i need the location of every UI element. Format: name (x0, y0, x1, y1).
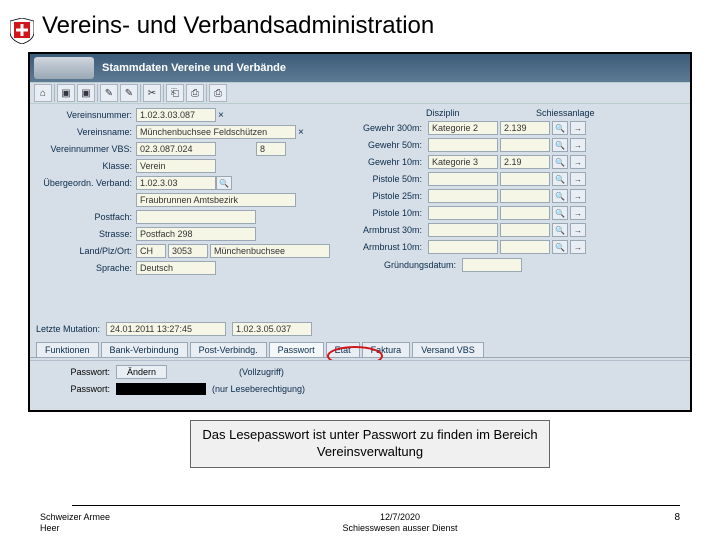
right-column: Disziplin Schiessanlage Gewehr 300m:Kate… (356, 108, 684, 278)
plz-field[interactable]: 3053 (168, 244, 208, 258)
lookup-icon[interactable]: 🔍 (216, 176, 232, 190)
footer-center: 12/7/2020 Schiesswesen ausser Dienst (342, 512, 457, 534)
search-icon[interactable]: 🔍 (552, 240, 568, 254)
toolbar-btn-3[interactable]: ✎ (100, 84, 118, 102)
toolbar-btn-2[interactable]: ▣ (77, 84, 95, 102)
land-field[interactable]: CH (136, 244, 166, 258)
vbs-extra-field[interactable]: 8 (256, 142, 286, 156)
tab-funktionen[interactable]: Funktionen (36, 342, 99, 357)
arrow-right-icon[interactable]: → (570, 240, 586, 254)
toolbar-btn-1[interactable]: ▣ (57, 84, 75, 102)
sprache-field[interactable]: Deutsch (136, 261, 216, 275)
postfach-field[interactable] (136, 210, 256, 224)
window-titlebar: Stammdaten Vereine und Verbände (30, 54, 690, 82)
footer-org: Schweizer Armee Heer (40, 512, 160, 534)
tab-bar: Funktionen Bank-Verbindung Post-Verbindg… (30, 342, 690, 358)
schiessanlage-header: Schiessanlage (536, 108, 595, 118)
arrow-right-icon[interactable]: → (570, 121, 586, 135)
search-icon[interactable]: 🔍 (552, 189, 568, 203)
toolbar-btn-7[interactable]: ⎙ (186, 84, 204, 102)
search-icon[interactable]: 🔍 (552, 155, 568, 169)
toolbar-btn-5[interactable]: ✂ (143, 84, 161, 102)
uebergeordn-field[interactable]: 1.02.3.03 (136, 176, 216, 190)
arrow-right-icon[interactable]: → (570, 189, 586, 203)
page-title: Vereins- und Verbandsadministration (42, 12, 434, 40)
passwort-label-2: Passwort: (36, 384, 110, 394)
search-icon[interactable]: 🔍 (552, 172, 568, 186)
mutation-num-field: 1.02.3.05.037 (232, 322, 312, 336)
ort-field[interactable]: Münchenbuchsee (210, 244, 330, 258)
gruendungsdatum-field[interactable] (462, 258, 522, 272)
tab-bank[interactable]: Bank-Verbindung (101, 342, 188, 357)
search-icon[interactable]: 🔍 (552, 223, 568, 237)
vereinnummer-vbs-field[interactable]: 02.3.087.024 (136, 142, 216, 156)
arrow-right-icon[interactable]: → (570, 138, 586, 152)
swiss-shield-logo (10, 18, 34, 44)
callout-box: Das Lesepasswort ist unter Passwort zu f… (190, 420, 550, 468)
aendern-button[interactable]: Ändern (116, 365, 167, 379)
tab-passwort[interactable]: Passwort (269, 342, 324, 357)
tab-versand[interactable]: Versand VBS (412, 342, 484, 357)
vereinnummer-vbs-label: Vereinnummer VBS: (36, 144, 136, 154)
search-icon[interactable]: 🔍 (552, 138, 568, 152)
tab-post[interactable]: Post-Verbindg. (190, 342, 267, 357)
home-icon[interactable]: ⌂ (34, 84, 52, 102)
land-plz-ort-label: Land/Plz/Ort: (36, 246, 136, 256)
leseberechtigung-label: (nur Leseberechtigung) (212, 384, 305, 394)
letzte-mutation: Letzte Mutation: 24.01.2011 13:27:45 1.0… (36, 322, 312, 336)
postfach-label: Postfach: (36, 212, 136, 222)
vereinsnummer-field[interactable]: 1.02.3.03.087 (136, 108, 216, 122)
page-number: 8 (640, 512, 680, 534)
toolbar-btn-8[interactable]: ⎙ (209, 84, 227, 102)
vollzugriff-label: (Vollzugriff) (239, 367, 284, 377)
vereinsnummer-label: Vereinsnummer: (36, 110, 136, 120)
uebergeordn-label: Übergeordn. Verband: (36, 178, 136, 188)
disziplin-header: Disziplin (426, 108, 516, 118)
gruendungsdatum-label: Gründungsdatum: (356, 260, 460, 270)
passwort-field-hidden[interactable] (116, 383, 206, 395)
vereinsname-field[interactable]: Münchenbuchsee Feldschützen (136, 125, 296, 139)
strasse-field[interactable]: Postfach 298 (136, 227, 256, 241)
strasse-label: Strasse: (36, 229, 136, 239)
arrow-right-icon[interactable]: → (570, 206, 586, 220)
app-logo (34, 57, 94, 79)
arrow-right-icon[interactable]: → (570, 155, 586, 169)
klasse-field[interactable]: Verein (136, 159, 216, 173)
toolbar: ⌂ ▣ ▣ ✎ ✎ ✂ ⎗ ⎙ ⎙ (30, 82, 690, 104)
tab-etat[interactable]: Etat (326, 342, 360, 357)
passwort-panel: Passwort: Ändern (Vollzugriff) Passwort:… (30, 360, 690, 410)
tab-faktura[interactable]: Faktura (362, 342, 411, 357)
passwort-label-1: Passwort: (36, 367, 110, 377)
klasse-label: Klasse: (36, 161, 136, 171)
mutation-date-field: 24.01.2011 13:27:45 (106, 322, 226, 336)
uebergeordn-name-field: Fraubrunnen Amtsbezirk (136, 193, 296, 207)
left-column: Vereinsnummer:1.02.3.03.087× Vereinsname… (36, 108, 346, 278)
search-icon[interactable]: 🔍 (552, 121, 568, 135)
toolbar-btn-6[interactable]: ⎗ (166, 84, 184, 102)
window-title: Stammdaten Vereine und Verbände (102, 62, 286, 74)
search-icon[interactable]: 🔍 (552, 206, 568, 220)
app-window: Stammdaten Vereine und Verbände ⌂ ▣ ▣ ✎ … (28, 52, 692, 412)
footer-separator (72, 505, 680, 506)
arrow-right-icon[interactable]: → (570, 172, 586, 186)
sprache-label: Sprache: (36, 263, 136, 273)
toolbar-btn-4[interactable]: ✎ (120, 84, 138, 102)
arrow-right-icon[interactable]: → (570, 223, 586, 237)
vereinsname-label: Vereinsname: (36, 127, 136, 137)
